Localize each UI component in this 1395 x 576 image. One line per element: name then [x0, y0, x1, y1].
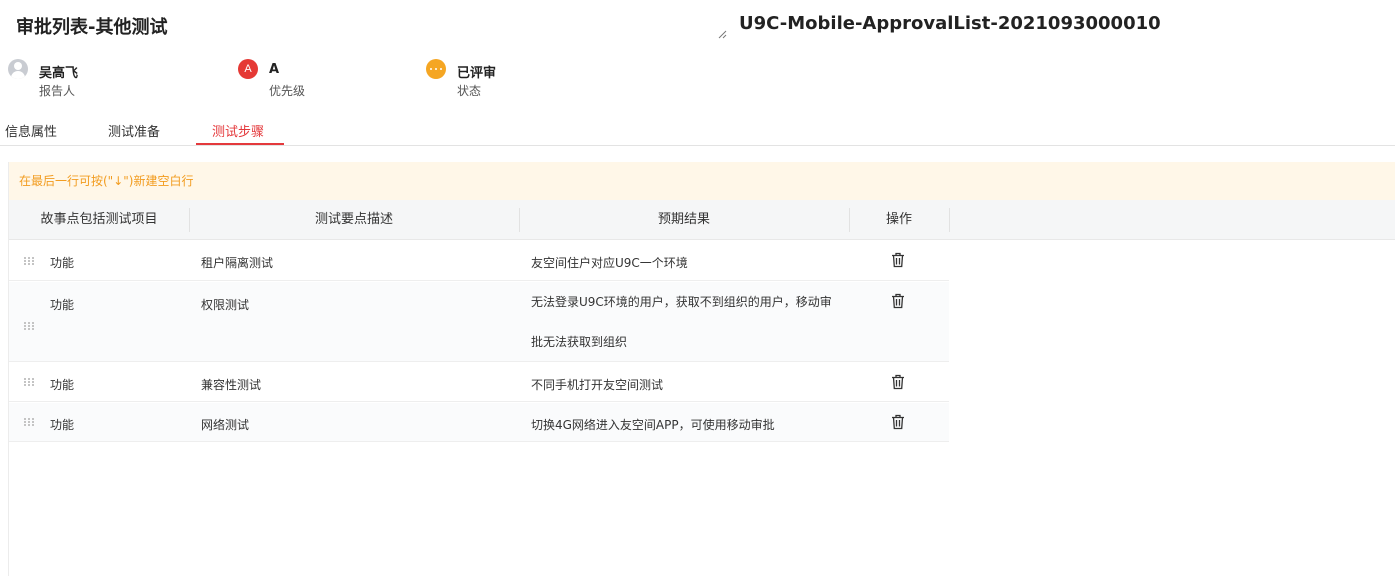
tab-test-preparation[interactable]: 测试准备	[108, 121, 160, 140]
cell-item[interactable]: 功能	[50, 296, 74, 313]
cell-result[interactable]: 切换4G网络进入友空间APP，可使用移动审批	[531, 416, 775, 433]
tab-test-steps[interactable]: 测试步骤	[212, 121, 264, 140]
case-code: U9C-Mobile-ApprovalList-2021093000010	[739, 13, 1161, 34]
table-row[interactable]: 功能 租户隔离测试 友空间住户对应U9C一个环境	[9, 241, 949, 281]
drag-handle-icon[interactable]	[24, 257, 34, 265]
cell-point[interactable]: 权限测试	[201, 296, 249, 313]
cell-result[interactable]: 友空间住户对应U9C一个环境	[531, 254, 688, 271]
delete-icon[interactable]	[891, 374, 905, 390]
delete-icon[interactable]	[891, 252, 905, 268]
table-row[interactable]: 功能 兼容性测试 不同手机打开友空间测试	[9, 363, 949, 402]
delete-icon[interactable]	[891, 293, 905, 309]
reporter-name: 吴高飞	[39, 66, 79, 81]
cell-point[interactable]: 租户隔离测试	[201, 254, 273, 271]
column-divider	[949, 208, 950, 232]
column-header-action: 操作	[885, 212, 912, 227]
tab-bar: 信息属性 测试准备 测试步骤	[0, 113, 1395, 146]
new-row-tip: 在最后一行可按("↓")新建空白行	[9, 162, 1395, 200]
table-row[interactable]: 功能 权限测试 无法登录U9C环境的用户，获取不到组织的用户，移动审批无法获取到…	[9, 282, 949, 362]
table-row[interactable]: 功能 网络测试 切换4G网络进入友空间APP，可使用移动审批	[9, 403, 949, 442]
active-tab-indicator	[196, 143, 284, 145]
drag-handle-icon[interactable]	[24, 418, 34, 426]
cell-result[interactable]: 不同手机打开友空间测试	[531, 376, 663, 393]
cell-item[interactable]: 功能	[50, 254, 74, 271]
status-label: 状态	[457, 84, 482, 98]
priority-label: 优先级	[269, 84, 306, 98]
reporter-label: 报告人	[39, 84, 76, 98]
column-header-item: 故事点包括测试项目	[40, 212, 158, 227]
status-value: 已评审	[457, 66, 497, 81]
user-avatar-icon	[8, 59, 28, 79]
cell-point[interactable]: 网络测试	[201, 416, 249, 433]
priority-value: A	[269, 62, 280, 77]
cell-result[interactable]: 无法登录U9C环境的用户，获取不到组织的用户，移动审批无法获取到组织	[531, 282, 841, 362]
status-more-icon	[426, 59, 446, 79]
drag-handle-icon[interactable]	[24, 322, 34, 330]
tab-info-attributes[interactable]: 信息属性	[5, 121, 57, 140]
page-title[interactable]: 审批列表-其他测试	[16, 13, 167, 39]
cell-item[interactable]: 功能	[50, 376, 74, 393]
cell-point[interactable]: 兼容性测试	[201, 376, 261, 393]
test-steps-panel: 在最后一行可按("↓")新建空白行 故事点包括测试项目 测试要点描述 预期结果 …	[8, 162, 1395, 576]
column-header-point: 测试要点描述	[314, 212, 393, 227]
drag-handle-icon[interactable]	[24, 378, 34, 386]
column-header-result: 预期结果	[657, 212, 710, 227]
delete-icon[interactable]	[891, 414, 905, 430]
cell-item[interactable]: 功能	[50, 416, 74, 433]
priority-badge-icon: A	[238, 59, 258, 79]
table-header: 故事点包括测试项目 测试要点描述 预期结果 操作	[9, 200, 1395, 240]
resize-grip-icon[interactable]	[717, 29, 727, 39]
